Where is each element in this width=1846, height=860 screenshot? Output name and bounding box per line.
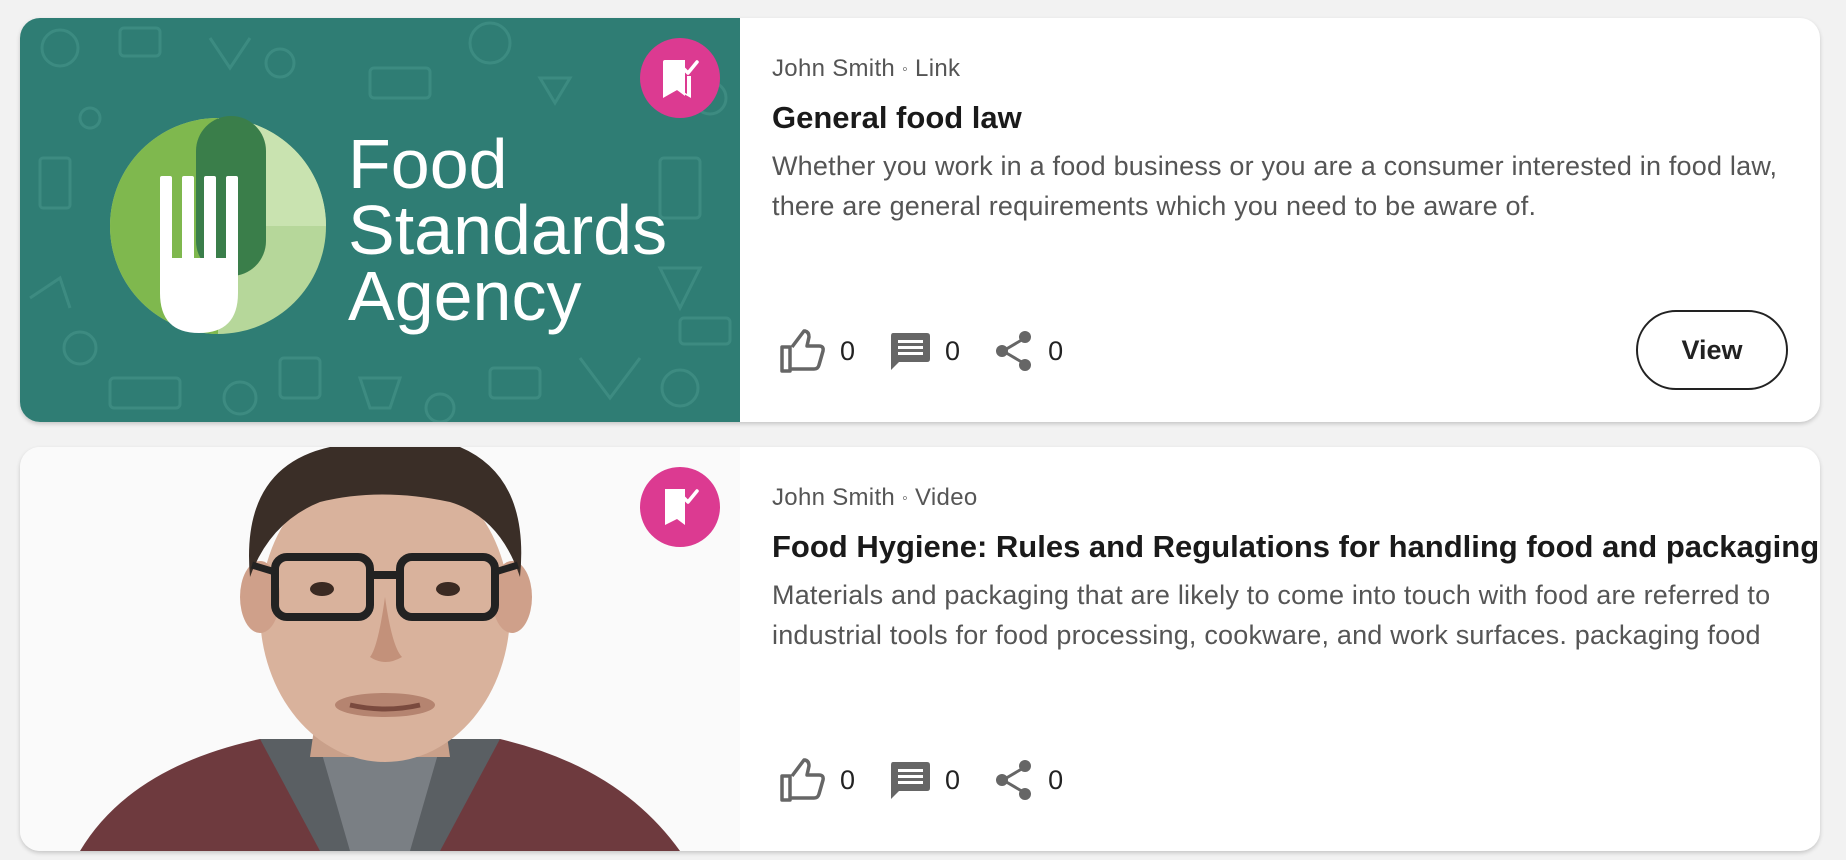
card-description: Whether you work in a food business or y… <box>772 151 1778 221</box>
card-thumbnail: Food Standards Agency <box>20 18 740 422</box>
comment-button[interactable]: 0 <box>889 760 960 800</box>
bookmark-button[interactable] <box>640 38 720 118</box>
meta-separator: ◦ <box>902 490 909 507</box>
description-line: Materials and packaging that are likely … <box>772 580 1771 610</box>
comment-icon <box>889 331 931 371</box>
bookmark-check-icon <box>665 489 699 525</box>
card-content: John Smith ◦ Video Food Hygiene: Rules and… <box>772 447 1820 851</box>
card-actions: 0 0 0 <box>772 753 1063 807</box>
like-button[interactable]: 0 <box>778 758 855 802</box>
card-meta: John Smith ◦ Link <box>772 55 960 83</box>
card-description: Materials and packaging that are likely … <box>772 575 1820 655</box>
food-standards-agency-logo: Food Standards Agency <box>20 18 740 422</box>
bookmark-check-icon <box>663 60 699 98</box>
share-icon <box>994 759 1034 801</box>
card-meta: John Smith ◦ Video <box>772 484 978 512</box>
content-card[interactable]: Food Standards Agency John Smith ◦ Link Ge… <box>20 18 1820 422</box>
meta-separator: ◦ <box>902 61 909 78</box>
share-count: 0 <box>1048 335 1064 366</box>
card-content: John Smith ◦ Link General food law Whether… <box>772 18 1820 422</box>
comment-button[interactable]: 0 <box>889 331 960 371</box>
card-title[interactable]: General food law <box>772 100 1022 136</box>
share-icon <box>994 330 1034 372</box>
card-title[interactable]: Food Hygiene: Rules and Regulations for … <box>772 529 1819 565</box>
logo-line-3: Agency <box>348 257 581 335</box>
content-card[interactable]: John Smith ◦ Video Food Hygiene: Rules and… <box>20 447 1820 851</box>
comment-icon <box>889 760 931 800</box>
content-type: Link <box>915 55 961 82</box>
like-button[interactable]: 0 <box>778 329 855 373</box>
description-line: industrial tools for food processing, co… <box>772 620 1761 650</box>
author-name: John Smith <box>772 484 896 511</box>
like-count: 0 <box>840 335 856 366</box>
share-count: 0 <box>1048 764 1064 795</box>
thumb-up-icon <box>778 758 826 802</box>
card-actions: 0 0 0 <box>772 324 1063 378</box>
video-thumbnail-image <box>20 447 740 851</box>
view-button[interactable]: View <box>1636 310 1788 390</box>
bookmark-button[interactable] <box>640 467 720 547</box>
share-button[interactable]: 0 <box>994 330 1063 372</box>
thumb-up-icon <box>778 329 826 373</box>
comment-count: 0 <box>945 764 961 795</box>
author-name: John Smith <box>772 55 896 82</box>
share-button[interactable]: 0 <box>994 759 1063 801</box>
comment-count: 0 <box>945 335 961 366</box>
content-type: Video <box>915 484 978 511</box>
card-thumbnail <box>20 447 740 851</box>
like-count: 0 <box>840 764 856 795</box>
